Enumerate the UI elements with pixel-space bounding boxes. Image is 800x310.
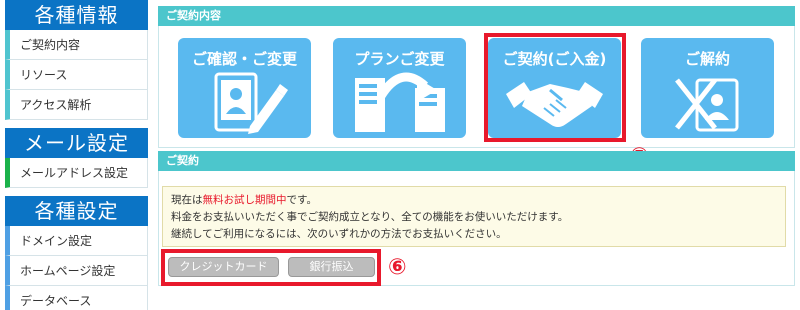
- section-title-contract: ご契約: [158, 151, 795, 171]
- notice-text: です。: [286, 194, 317, 206]
- sidebar-item-homepage[interactable]: ホームページ設定: [5, 256, 148, 286]
- notice-text: 現在は: [171, 194, 203, 206]
- sidebar-item-mail-address[interactable]: メールアドレス設定: [5, 158, 148, 188]
- notice-line-3: 継続してご利用になるには、次のいずれかの方法でお支払いください。: [171, 228, 507, 240]
- tile-label: ご確認・ご変更: [191, 50, 297, 68]
- highlight-box-payment-buttons: [161, 249, 381, 286]
- sidebar-item-domain[interactable]: ドメイン設定: [5, 226, 148, 256]
- cancel-contract-icon: [675, 78, 739, 132]
- tile-label: ご解約: [684, 50, 730, 68]
- sidebar-item-resources[interactable]: リソース: [5, 60, 148, 90]
- trial-status-text: 無料お試し期間中: [202, 194, 287, 206]
- sidebar-item-access-analysis[interactable]: アクセス解析: [5, 90, 148, 120]
- highlight-box-payment-tile: [484, 33, 626, 142]
- sidebar-header-info: 各種情報: [5, 0, 148, 30]
- notice-line-1: 現在は無料お試し期間中です。: [171, 192, 777, 209]
- sidebar-item-contract[interactable]: ご契約内容: [5, 30, 148, 60]
- tile-plan-change[interactable]: プランご変更: [333, 38, 466, 138]
- document-pen-icon: [214, 72, 288, 134]
- sidebar-item-database[interactable]: データベース: [5, 286, 148, 310]
- sidebar-header-mail: メール設定: [5, 128, 148, 158]
- trial-notice: 現在は無料お試し期間中です。 料金をお支払いいただく事でご契約成立となり、全ての…: [162, 186, 786, 247]
- server-arrow-icon: [355, 72, 445, 132]
- notice-line-2: 料金をお支払いいただく事でご契約成立となり、全ての機能をお使いいただけます。: [171, 211, 569, 223]
- main-content: ご契約内容 ご確認・ご変更 プランご変更 ご契約(ご入金) ご解約 ご契約 現在…: [158, 0, 795, 310]
- tile-label: プランご変更: [354, 50, 445, 68]
- tile-cancel-contract[interactable]: ご解約: [641, 38, 774, 138]
- tile-confirm-change[interactable]: ご確認・ご変更: [178, 38, 311, 138]
- section-title-contract-content: ご契約内容: [158, 6, 795, 26]
- sidebar-header-settings: 各種設定: [5, 196, 148, 226]
- annotation-marker-6: ⑥: [388, 255, 407, 280]
- sidebar: 各種情報 ご契約内容 リソース アクセス解析 メール設定 メールアドレス設定 各…: [5, 0, 148, 310]
